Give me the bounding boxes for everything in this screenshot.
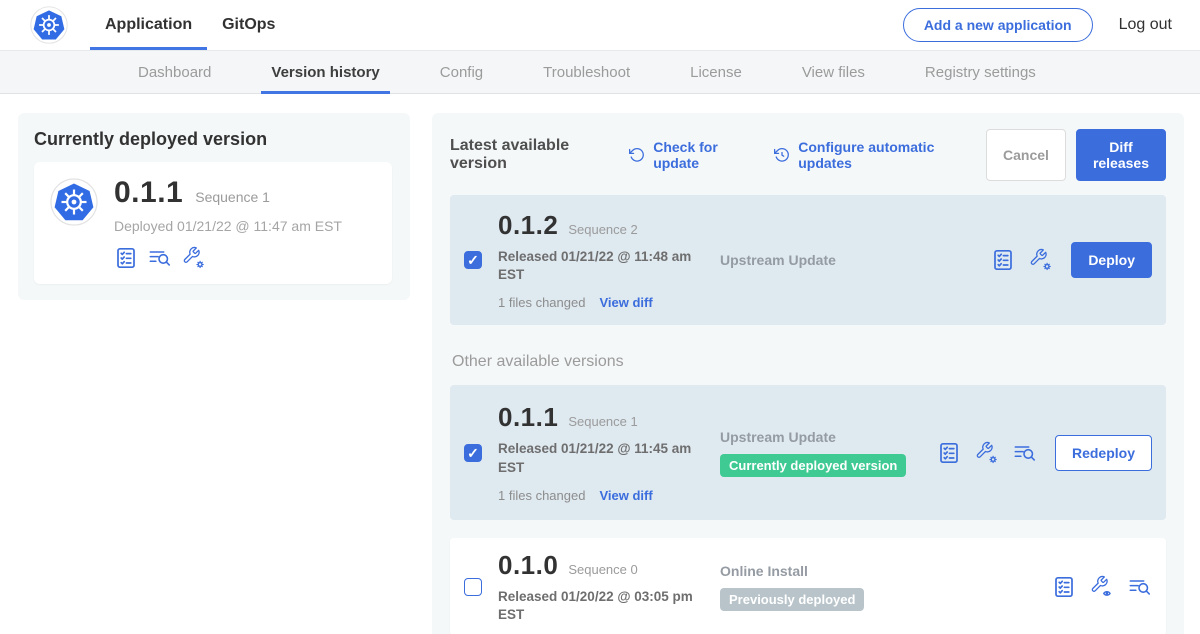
tab-license-label: License (690, 64, 742, 81)
deployed-version-number: 0.1.1 (114, 176, 183, 210)
version-number: 0.1.1 (498, 402, 558, 433)
version-row-0-1-0: 0.1.0 Sequence 0 Released 01/20/22 @ 03:… (450, 538, 1166, 634)
configure-automatic-updates-link[interactable]: Configure automatic updates (773, 139, 960, 171)
preflight-checks-icon[interactable] (991, 248, 1015, 272)
view-files-icon[interactable] (1013, 441, 1037, 465)
edit-config-icon[interactable] (975, 441, 999, 465)
version-sequence: Sequence 1 (568, 414, 637, 429)
tab-version-history[interactable]: Version history (261, 51, 389, 93)
top-navbar: Application GitOps Add a new application… (0, 0, 1200, 50)
configure-automatic-updates-label: Configure automatic updates (798, 139, 960, 171)
version-source-col: Upstream Update Currently deployed versi… (720, 429, 937, 477)
tab-dashboard-label: Dashboard (138, 64, 211, 81)
version-info-col: 0.1.2 Sequence 2 Released 01/21/22 @ 11:… (498, 210, 720, 310)
tab-troubleshoot[interactable]: Troubleshoot (533, 51, 640, 93)
tab-view-files-label: View files (802, 64, 865, 81)
nav-tab-gitops-label: GitOps (222, 16, 275, 34)
tab-troubleshoot-label: Troubleshoot (543, 64, 630, 81)
currently-deployed-panel: Currently deployed version 0.1.1 Sequenc… (18, 113, 410, 300)
cancel-button[interactable]: Cancel (986, 129, 1066, 181)
topbar-right: Add a new application Log out (903, 8, 1172, 42)
main-content: Currently deployed version 0.1.1 Sequenc… (0, 94, 1200, 634)
version-source-col: Online Install Previously deployed (720, 563, 1052, 611)
check-for-update-label: Check for update (653, 139, 747, 171)
tab-registry-settings[interactable]: Registry settings (915, 51, 1046, 93)
released-timestamp: Released 01/20/22 @ 03:05 pm EST (498, 588, 694, 624)
preflight-checks-icon[interactable] (114, 246, 138, 270)
latest-version-title: Latest available version (450, 137, 604, 173)
version-row-0-1-2: 0.1.2 Sequence 2 Released 01/21/22 @ 11:… (450, 195, 1166, 325)
logout-link[interactable]: Log out (1119, 16, 1172, 34)
version-sequence: Sequence 2 (568, 222, 637, 237)
deployed-version-info: 0.1.1 Sequence 1 Deployed 01/21/22 @ 11:… (114, 176, 342, 270)
edit-config-icon[interactable] (1029, 248, 1053, 272)
row-checkbox-col (464, 444, 498, 462)
version-source-label: Upstream Update (720, 429, 927, 445)
row-checkbox-col (464, 251, 498, 269)
version-checkbox-0-1-1[interactable] (464, 444, 482, 462)
preflight-checks-icon[interactable] (1052, 575, 1076, 599)
app-kubernetes-logo-icon (50, 178, 98, 226)
view-config-icon[interactable] (1090, 575, 1114, 599)
other-versions-title: Other available versions (452, 353, 1166, 371)
header-buttons: Cancel Diff releases (986, 129, 1166, 181)
version-row-0-1-1: 0.1.1 Sequence 1 Released 01/21/22 @ 11:… (450, 385, 1166, 519)
version-history-panel: Latest available version Check for updat… (432, 113, 1184, 634)
tab-registry-settings-label: Registry settings (925, 64, 1036, 81)
currently-deployed-title: Currently deployed version (34, 129, 392, 150)
redeploy-button[interactable]: Redeploy (1055, 435, 1152, 471)
tab-license[interactable]: License (680, 51, 752, 93)
primary-nav: Application GitOps (90, 0, 290, 50)
diff-releases-button[interactable]: Diff releases (1076, 129, 1166, 181)
version-checkbox-0-1-2[interactable] (464, 251, 482, 269)
refresh-icon (628, 146, 646, 164)
view-files-icon[interactable] (1128, 575, 1152, 599)
tab-view-files[interactable]: View files (792, 51, 875, 93)
previously-deployed-badge: Previously deployed (720, 588, 864, 611)
currently-deployed-badge: Currently deployed version (720, 454, 906, 477)
version-number: 0.1.2 (498, 210, 558, 241)
app-subnav: Dashboard Version history Config Trouble… (0, 50, 1200, 94)
row-checkbox-col (464, 578, 498, 596)
nav-tab-application[interactable]: Application (90, 0, 207, 50)
version-info-col: 0.1.0 Sequence 0 Released 01/20/22 @ 03:… (498, 550, 720, 624)
version-source-col: Upstream Update (720, 252, 991, 268)
version-info-col: 0.1.1 Sequence 1 Released 01/21/22 @ 11:… (498, 402, 720, 502)
released-timestamp: Released 01/21/22 @ 11:48 am EST (498, 248, 694, 284)
deployed-icon-row (114, 246, 342, 270)
latest-version-header: Latest available version Check for updat… (450, 129, 1166, 181)
deployed-timestamp: Deployed 01/21/22 @ 11:47 am EST (114, 218, 342, 234)
deployed-version-card: 0.1.1 Sequence 1 Deployed 01/21/22 @ 11:… (34, 162, 392, 284)
view-diff-link[interactable]: View diff (599, 295, 652, 310)
preflight-checks-icon[interactable] (937, 441, 961, 465)
version-sequence: Sequence 0 (568, 562, 637, 577)
nav-tab-application-label: Application (105, 16, 192, 34)
deployed-sequence: Sequence 1 (195, 189, 270, 205)
edit-config-icon[interactable] (182, 246, 206, 270)
view-diff-link[interactable]: View diff (599, 488, 652, 503)
version-actions-col: Deploy (991, 242, 1152, 278)
version-actions-col (1052, 575, 1152, 599)
nav-tab-gitops[interactable]: GitOps (207, 0, 290, 50)
check-for-update-link[interactable]: Check for update (628, 139, 747, 171)
tab-config[interactable]: Config (430, 51, 493, 93)
auto-update-icon (773, 146, 791, 164)
view-files-icon[interactable] (148, 246, 172, 270)
files-changed-label: 1 files changed (498, 295, 585, 310)
version-number: 0.1.0 (498, 550, 558, 581)
version-source-label: Upstream Update (720, 252, 981, 268)
add-new-application-button[interactable]: Add a new application (903, 8, 1093, 42)
kubernetes-logo-icon (30, 6, 68, 44)
version-checkbox-0-1-0[interactable] (464, 578, 482, 596)
files-changed-label: 1 files changed (498, 488, 585, 503)
tab-config-label: Config (440, 64, 483, 81)
tab-version-history-label: Version history (271, 64, 379, 81)
version-source-label: Online Install (720, 563, 1042, 579)
tab-dashboard[interactable]: Dashboard (128, 51, 221, 93)
deploy-button[interactable]: Deploy (1071, 242, 1152, 278)
released-timestamp: Released 01/21/22 @ 11:45 am EST (498, 440, 694, 476)
version-actions-col: Redeploy (937, 435, 1152, 471)
